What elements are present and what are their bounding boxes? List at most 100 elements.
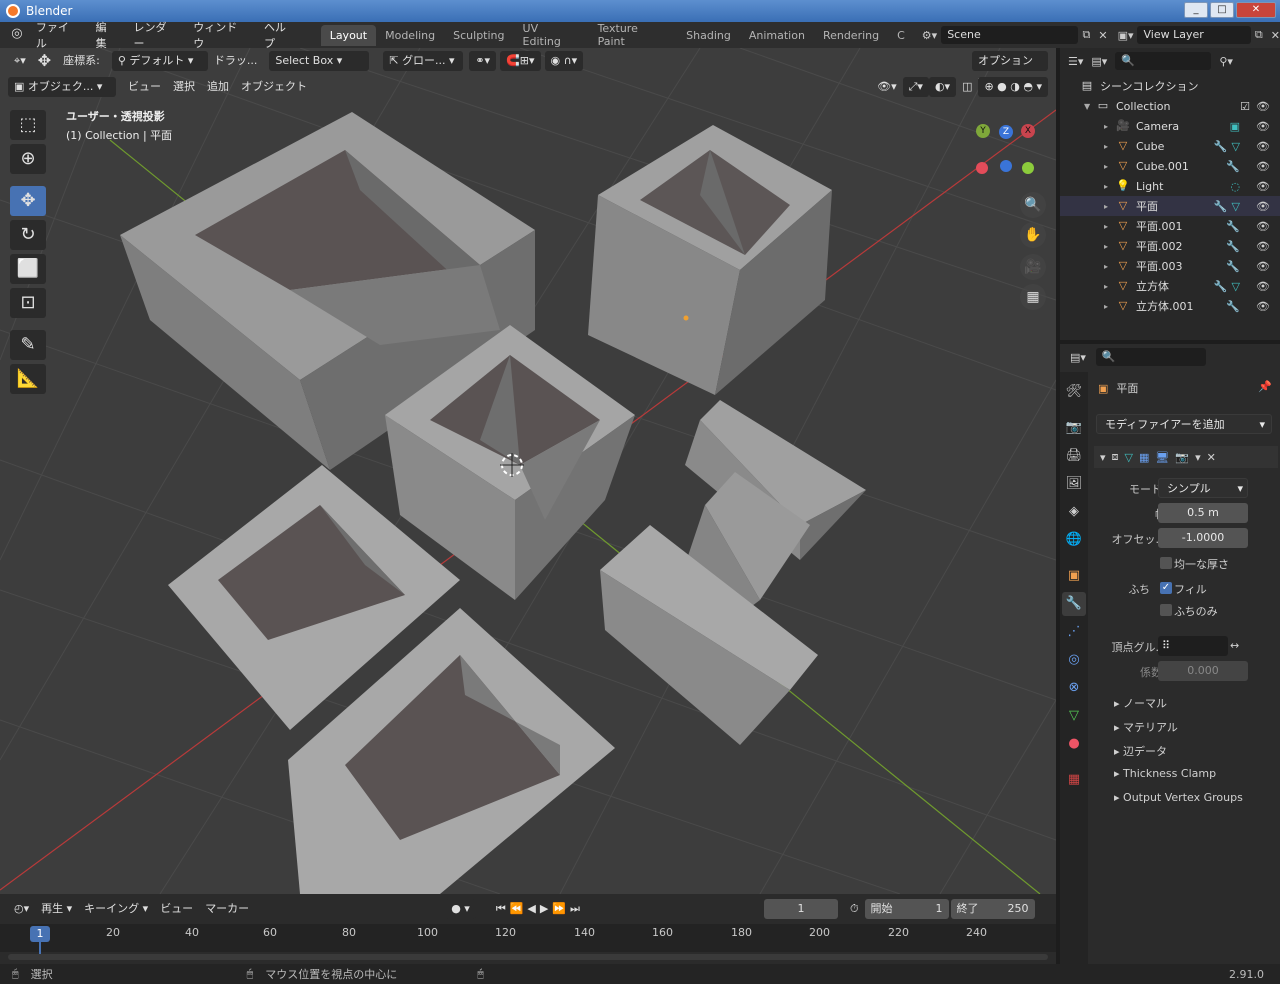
- remove-scene-icon[interactable]: ✕: [1098, 29, 1107, 42]
- new-scene-icon[interactable]: ⧉: [1082, 28, 1090, 42]
- mesh-data-icon[interactable]: ▽: [1232, 280, 1240, 293]
- expand-arrow-icon[interactable]: ▸: [1104, 122, 1116, 131]
- view-layer-icon[interactable]: ▣▾: [1118, 29, 1134, 42]
- properties-search-input[interactable]: 🔍: [1095, 348, 1206, 366]
- filter-icon[interactable]: ⚲▾: [1219, 55, 1233, 68]
- minimize-button[interactable]: _: [1184, 2, 1208, 18]
- expand-arrow-icon[interactable]: ▸: [1104, 262, 1116, 271]
- outliner-item[interactable]: ▸ 💡 Light ◌ 👁: [1060, 176, 1280, 196]
- tab-layout[interactable]: Layout: [320, 24, 377, 46]
- gizmo-toggle-icon[interactable]: ⤢▾: [902, 77, 929, 97]
- menu-view[interactable]: ビュー: [122, 77, 167, 97]
- texture-tab-icon[interactable]: ▦: [1062, 768, 1086, 792]
- factor-field[interactable]: 0.000: [1158, 661, 1248, 681]
- light-data-icon[interactable]: ◌: [1230, 180, 1240, 193]
- particles-tab-icon[interactable]: ⋰: [1062, 620, 1086, 644]
- pivot-point-icon[interactable]: ⚭▾: [469, 51, 497, 71]
- new-view-layer-icon[interactable]: ⧉: [1255, 28, 1263, 42]
- gizmo-neg-x[interactable]: [976, 162, 988, 174]
- eye-icon[interactable]: 👁: [1256, 180, 1270, 193]
- eye-icon[interactable]: 👁: [1256, 160, 1270, 173]
- timeline-scrollbar[interactable]: [8, 954, 1048, 960]
- preview-range-icon[interactable]: ⏱: [844, 899, 865, 919]
- constraints-tab-icon[interactable]: ⊗: [1062, 676, 1086, 700]
- scene-tab-icon[interactable]: ◈: [1062, 500, 1086, 524]
- editmode-icon[interactable]: ▽: [1125, 451, 1133, 464]
- tab-compositing[interactable]: C: [888, 25, 914, 46]
- outliner-item[interactable]: ▸ ▽ 立方体.001 🔧 👁: [1060, 296, 1280, 316]
- menu-window[interactable]: ウィンドウ: [185, 19, 256, 51]
- tool-settings-icon[interactable]: ⌖▾: [8, 51, 32, 71]
- menu-object[interactable]: オブジェクト: [235, 77, 313, 97]
- navigation-gizmo[interactable]: Y Z X: [976, 124, 1036, 184]
- wrench-icon[interactable]: 🔧: [1214, 200, 1228, 213]
- eye-icon[interactable]: 👁: [1256, 300, 1270, 313]
- pan-hand-icon[interactable]: ✋: [1020, 222, 1046, 248]
- outliner-item[interactable]: ▸ ▽ 立方体 🔧 ▽ 👁: [1060, 276, 1280, 296]
- expand-arrow-icon[interactable]: ▸: [1104, 282, 1116, 291]
- close-button[interactable]: ✕: [1236, 2, 1276, 18]
- scale-tool[interactable]: ⬜: [10, 254, 46, 284]
- add-modifier-dropdown[interactable]: モディファイアーを追加 ▾: [1096, 414, 1272, 434]
- menu-file[interactable]: ファイル: [28, 19, 88, 51]
- expand-arrow-icon[interactable]: ▸: [1104, 142, 1116, 151]
- expand-arrow-icon[interactable]: ▸: [1104, 302, 1116, 311]
- vertex-group-field[interactable]: ⠿: [1158, 636, 1228, 656]
- modifier-menu-icon[interactable]: ▾: [1195, 451, 1201, 464]
- mesh-data-icon[interactable]: ▽: [1232, 140, 1240, 153]
- outliner-item[interactable]: ▸ ▽ 平面.003 🔧 👁: [1060, 256, 1280, 276]
- menu-add[interactable]: 追加: [201, 77, 235, 97]
- overlay-toggle-icon[interactable]: ◐▾: [928, 77, 957, 97]
- options-dropdown[interactable]: オプション ▾: [972, 51, 1048, 87]
- display-mode-icon[interactable]: ▤▾: [1091, 55, 1107, 68]
- gizmo-z-axis[interactable]: Z: [999, 125, 1013, 139]
- mode-dropdown[interactable]: ▣ オブジェク... ▾: [8, 77, 116, 97]
- menu-marker[interactable]: マーカー: [199, 899, 255, 919]
- expand-arrow-icon[interactable]: ▸: [1104, 222, 1116, 231]
- tab-texture-paint[interactable]: Texture Paint: [589, 18, 678, 52]
- eye-icon[interactable]: 👁: [1256, 100, 1270, 113]
- world-tab-icon[interactable]: 🌐: [1062, 528, 1086, 552]
- remove-view-layer-icon[interactable]: ✕: [1271, 29, 1280, 42]
- outliner-item[interactable]: ▸ ▽ Cube 🔧 ▽ 👁: [1060, 136, 1280, 156]
- subpanel-output-vertex-groups[interactable]: ▸ Output Vertex Groups: [1114, 791, 1243, 804]
- annotate-tool[interactable]: ✎: [10, 330, 46, 360]
- blender-menu-icon[interactable]: ◎: [8, 26, 26, 44]
- offset-field[interactable]: -1.0000: [1158, 528, 1248, 548]
- wrench-icon[interactable]: 🔧: [1226, 300, 1240, 313]
- camera-view-icon[interactable]: 🎥: [1020, 254, 1046, 280]
- menu-render[interactable]: レンダー: [126, 19, 186, 51]
- eye-icon[interactable]: 👁: [1256, 260, 1270, 273]
- gizmo-neg-y[interactable]: [1022, 162, 1034, 174]
- gizmo-x-axis[interactable]: X: [1021, 124, 1035, 138]
- render-tab-icon[interactable]: 📷: [1062, 416, 1086, 440]
- pin-icon[interactable]: 📌: [1258, 380, 1272, 393]
- ortho-toggle-icon[interactable]: ▦: [1020, 284, 1046, 310]
- menu-edit[interactable]: 編集: [88, 19, 126, 51]
- viewport-scene[interactable]: [0, 48, 1056, 894]
- remove-modifier-icon[interactable]: ✕: [1207, 451, 1216, 464]
- object-tab-icon[interactable]: ▣: [1062, 564, 1086, 588]
- eye-icon[interactable]: 👁: [1256, 140, 1270, 153]
- snap-icon[interactable]: 🧲⊞▾: [500, 51, 541, 71]
- end-frame-field[interactable]: 終了 250: [950, 899, 1035, 919]
- subpanel-thickness-clamp[interactable]: ▸ Thickness Clamp: [1114, 767, 1216, 780]
- transform-orientation-dropdown[interactable]: ⇱ グロー... ▾: [383, 51, 464, 71]
- measure-tool[interactable]: 📐: [10, 364, 46, 394]
- xray-toggle-icon[interactable]: ◫: [956, 77, 978, 97]
- mesh-data-icon[interactable]: ▽: [1232, 200, 1240, 213]
- playback-controls[interactable]: ⏮⏪◀▶⏩⏭: [490, 899, 590, 919]
- outliner-scene-collection[interactable]: ▤ シーンコレクション: [1060, 76, 1280, 96]
- transform-tool[interactable]: ⊡: [10, 288, 46, 318]
- menu-playback[interactable]: 再生 ▾: [35, 899, 78, 919]
- expand-arrow-icon[interactable]: ▸: [1104, 242, 1116, 251]
- coord-system-dropdown[interactable]: ⚲ デフォルト ▾: [111, 51, 208, 71]
- menu-help[interactable]: ヘルプ: [256, 19, 305, 51]
- cursor-tool[interactable]: ⊕: [10, 144, 46, 174]
- data-tab-icon[interactable]: ▽: [1062, 704, 1086, 728]
- tab-shading[interactable]: Shading: [677, 25, 740, 46]
- 3d-viewport[interactable]: ⌖▾ ✥ 座標系: ⚲ デフォルト ▾ ドラッ... Select Box ▾ …: [0, 48, 1056, 894]
- outliner-item[interactable]: ▸ ▽ 平面.002 🔧 👁: [1060, 236, 1280, 256]
- outliner-item[interactable]: ▸ 🎥 Camera ▣ 👁: [1060, 116, 1280, 136]
- select-mode-dropdown[interactable]: Select Box ▾: [269, 51, 370, 71]
